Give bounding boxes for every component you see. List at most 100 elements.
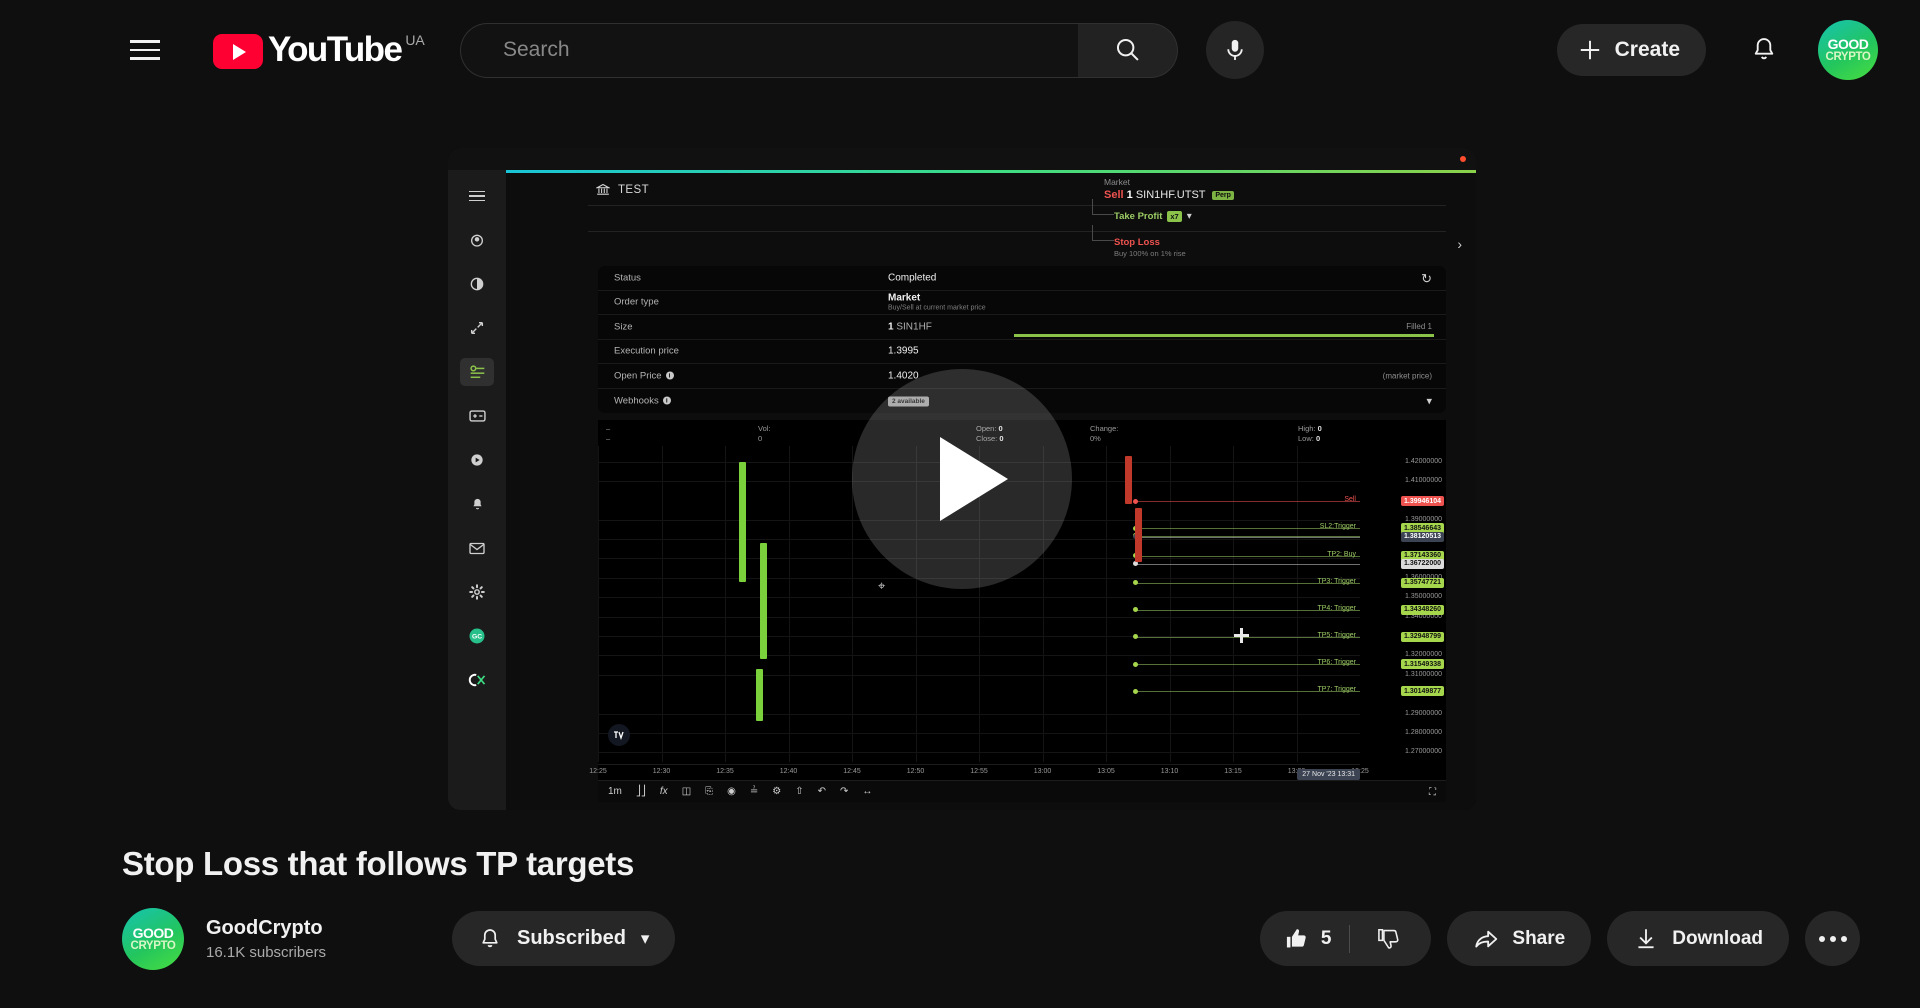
- detail-key: Status: [614, 272, 641, 283]
- detail-key-text: Open Price: [614, 370, 662, 381]
- legend-high: High: 0: [1298, 424, 1322, 434]
- measure-icon[interactable]: ◫: [682, 786, 691, 797]
- more-actions-button[interactable]: [1805, 911, 1860, 966]
- svg-text:GC: GC: [472, 634, 482, 641]
- fullscreen-icon[interactable]: ⛶: [1429, 787, 1436, 798]
- bell-icon: [478, 927, 502, 951]
- download-button[interactable]: Download: [1607, 911, 1789, 966]
- channel-avatar[interactable]: GOOD CRYPTO: [122, 908, 184, 970]
- level-line: [1135, 501, 1360, 502]
- sidebar-item-video[interactable]: [460, 446, 494, 474]
- info-icon[interactable]: i: [666, 372, 674, 380]
- order-symbol: SIN1HF.UTST: [1136, 189, 1205, 201]
- sidebar-item-transfers[interactable]: [460, 314, 494, 342]
- order-quantity: 1: [1127, 189, 1133, 201]
- thumbs-up-icon: [1284, 926, 1309, 951]
- undo-icon[interactable]: ↶: [818, 786, 826, 797]
- chevron-down-icon[interactable]: ▾: [1187, 211, 1192, 222]
- hamburger-icon: [469, 191, 485, 202]
- channel-block: GOOD CRYPTO GoodCrypto 16.1K subscribers: [122, 908, 326, 970]
- bell-icon: [1750, 36, 1778, 64]
- sidebar-item-settings[interactable]: [460, 578, 494, 606]
- sidebar-item-alerts[interactable]: [460, 490, 494, 518]
- legend-low-label: Low:: [1298, 434, 1314, 443]
- take-profit-row[interactable]: Take Profit x7 ▾: [1114, 211, 1192, 222]
- sidebar-item-portfolio[interactable]: [460, 226, 494, 254]
- sidebar-item-analytics[interactable]: [460, 270, 494, 298]
- info-icon[interactable]: i: [663, 397, 671, 405]
- level-marker: [1133, 499, 1138, 504]
- share-button[interactable]: Share: [1447, 911, 1591, 966]
- upload-icon[interactable]: ⇧: [795, 786, 803, 797]
- chevron-down-icon[interactable]: ▾: [641, 929, 650, 949]
- video-title: Stop Loss that follows TP targets: [122, 845, 634, 883]
- youtube-logo[interactable]: YouTube UA: [213, 30, 425, 70]
- time-tick: 12:45: [843, 768, 861, 775]
- interval-button[interactable]: 1m: [608, 786, 622, 797]
- resize-icon[interactable]: ↔: [862, 786, 872, 797]
- level-line: [1135, 564, 1360, 565]
- layers-icon[interactable]: ≟: [750, 786, 758, 797]
- gridline-vertical: [1170, 446, 1171, 762]
- avatar-line1: GOOD: [1828, 37, 1869, 51]
- tradingview-icon[interactable]: [608, 724, 630, 746]
- sl-branch-line: [1092, 225, 1114, 241]
- arrows-exchange-icon: [469, 320, 485, 336]
- subscribed-button[interactable]: Subscribed ▾: [452, 911, 675, 966]
- video-player[interactable]: GC: [448, 148, 1476, 810]
- search-box[interactable]: [460, 23, 1078, 78]
- like-button[interactable]: 5: [1260, 911, 1350, 966]
- card-icon: [469, 409, 486, 423]
- time-tick: 13:05: [1097, 768, 1115, 775]
- search-input[interactable]: [503, 38, 1078, 62]
- gear-icon[interactable]: ⚙: [772, 786, 781, 797]
- channel-name[interactable]: GoodCrypto: [206, 917, 326, 940]
- play-circle-icon: [469, 452, 485, 468]
- like-count: 5: [1321, 928, 1332, 950]
- notifications-button[interactable]: [1736, 22, 1792, 78]
- price-axis[interactable]: 1.420000001.410000001.390000001.38000000…: [1360, 446, 1446, 762]
- guide-menu-icon[interactable]: [115, 20, 175, 80]
- play-button[interactable]: [852, 369, 1072, 589]
- cx-logo-icon: [468, 672, 486, 688]
- window-status-dot: [1460, 156, 1466, 162]
- fill-progress-bar: [1014, 334, 1434, 337]
- account-avatar[interactable]: GOOD CRYPTO: [1818, 20, 1878, 80]
- gc-logo-icon: GC: [468, 627, 486, 645]
- order-type-sub: Buy/Sell at current market price: [888, 305, 986, 312]
- redo-icon[interactable]: ↷: [840, 786, 848, 797]
- video-meta-row: GOOD CRYPTO GoodCrypto 16.1K subscribers…: [122, 908, 1860, 970]
- app-window-titlebar: [448, 148, 1476, 170]
- time-tick: 13:15: [1224, 768, 1242, 775]
- stop-loss-row[interactable]: Stop Loss Buy 100% on 1% rise: [1114, 237, 1186, 258]
- gridline-vertical: [662, 446, 663, 762]
- app-sidebar: GC: [448, 170, 506, 810]
- time-tick: 12:50: [907, 768, 925, 775]
- snapshot-icon[interactable]: ⎘: [705, 786, 713, 797]
- indicators-icon[interactable]: fx: [660, 786, 668, 797]
- size-unit: SIN1HF: [896, 321, 932, 332]
- chevron-right-icon[interactable]: ›: [1457, 236, 1462, 252]
- create-button[interactable]: Create: [1557, 24, 1706, 76]
- voice-search-button[interactable]: [1206, 21, 1264, 79]
- order-header: TEST Market Sell 1 SIN1HF.UTST Perp Take…: [506, 173, 1476, 261]
- sidebar-item-cards[interactable]: [460, 402, 494, 430]
- refresh-icon[interactable]: ↻: [1421, 271, 1432, 287]
- header-divider-2: [588, 231, 1446, 232]
- price-tick: 1.42000000: [1405, 458, 1442, 465]
- dislike-button[interactable]: [1350, 911, 1427, 966]
- eye-icon[interactable]: ◉: [727, 786, 736, 797]
- search-button[interactable]: [1078, 23, 1178, 78]
- country-code: UA: [405, 32, 424, 48]
- sidebar-item-menu[interactable]: [460, 182, 494, 210]
- detail-row-execution-price: Execution price 1.3995: [598, 340, 1446, 365]
- chevron-down-icon[interactable]: ▾: [1426, 394, 1432, 407]
- tp-branch-line: [1092, 199, 1114, 215]
- sidebar-item-goodcrypto[interactable]: GC: [460, 622, 494, 650]
- candles-icon[interactable]: ⎦⎦: [636, 786, 646, 797]
- sidebar-item-mail[interactable]: [460, 534, 494, 562]
- sidebar-item-exchange[interactable]: [460, 666, 494, 694]
- price-chip: 1.30149877: [1401, 686, 1444, 696]
- sidebar-item-orders[interactable]: [460, 358, 494, 386]
- more-horizontal-icon: [1819, 936, 1825, 942]
